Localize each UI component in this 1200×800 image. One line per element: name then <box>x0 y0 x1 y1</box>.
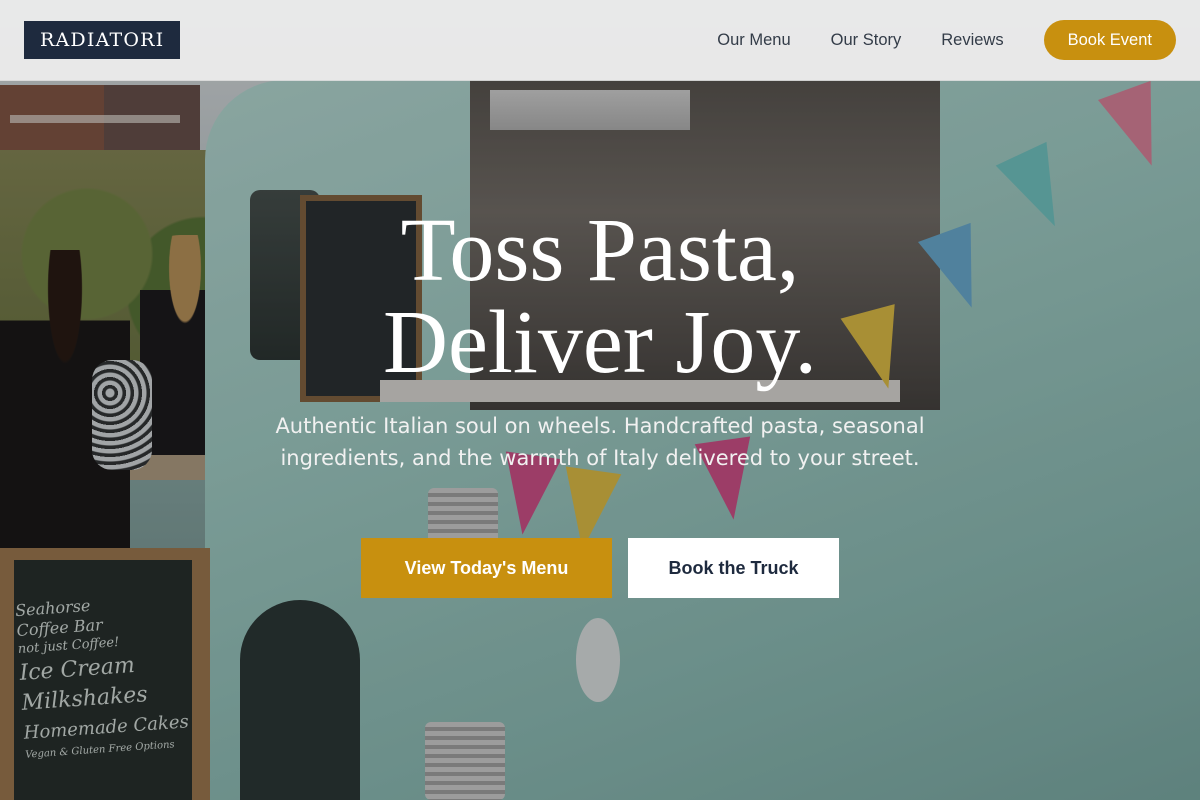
site-logo[interactable]: RADIATORI <box>24 21 181 59</box>
site-header: RADIATORI Our Menu Our Story Reviews Boo… <box>0 0 1200 81</box>
hero-subtitle: Authentic Italian soul on wheels. Handcr… <box>275 414 925 470</box>
hero-title-line-2: Deliver Joy. <box>382 293 818 392</box>
book-the-truck-button[interactable]: Book the Truck <box>628 538 839 598</box>
nav-link-our-menu[interactable]: Our Menu <box>717 31 790 50</box>
nav-link-reviews[interactable]: Reviews <box>941 31 1003 50</box>
hero-title-line-1: Toss Pasta, <box>400 201 800 300</box>
hero-background-image: Seahorse Coffee Bar not just Coffee! Ice… <box>0 0 1200 800</box>
main-nav: Our Menu Our Story Reviews Book Event <box>717 20 1176 60</box>
book-event-button[interactable]: Book Event <box>1043 20 1176 60</box>
nav-link-our-story[interactable]: Our Story <box>831 31 902 50</box>
hero-title: Toss Pasta, Deliver Joy. <box>0 205 1200 389</box>
hero-overlay <box>0 0 1200 800</box>
view-todays-menu-button[interactable]: View Today's Menu <box>361 538 612 598</box>
